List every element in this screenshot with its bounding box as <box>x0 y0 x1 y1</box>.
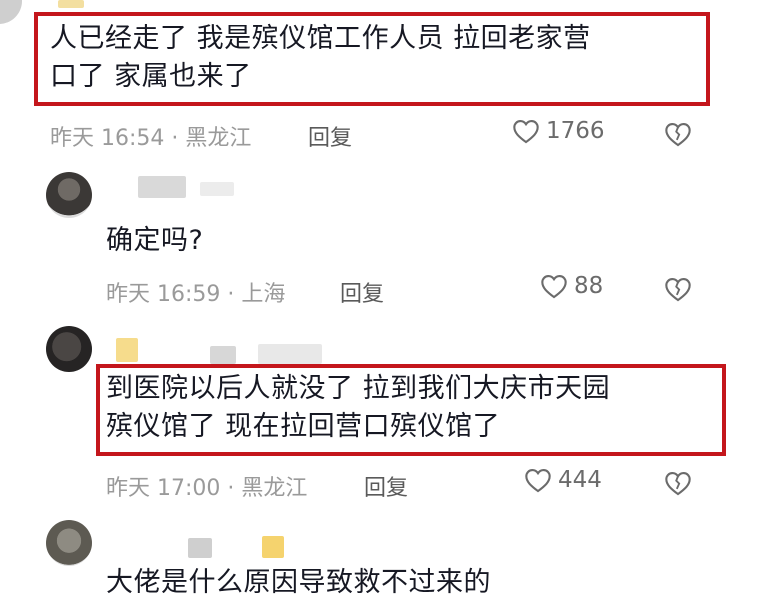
like-button[interactable]: 1766 <box>512 118 605 144</box>
avatar[interactable] <box>46 520 92 566</box>
comment-time-location: 昨天 16:54 · 黑龙江 <box>50 126 252 151</box>
username-blur <box>58 0 84 8</box>
comment-line: 确定吗? <box>106 225 204 256</box>
username-blur <box>138 176 186 198</box>
username-blur <box>258 344 322 364</box>
username-blur <box>210 346 236 364</box>
comment-line: 大佬是什么原因导致救不过来的 <box>106 567 491 598</box>
comment-list: 人已经走了 我是殡仪馆工作人员 拉回老家营 口了 家属也来了 昨天 16:54 … <box>0 0 778 605</box>
like-button[interactable]: 444 <box>524 467 602 493</box>
avatar[interactable] <box>46 172 92 218</box>
comment-time-location: 昨天 16:59 · 上海 <box>106 282 286 307</box>
username-blur <box>262 536 284 558</box>
heart-outline-icon <box>541 275 567 299</box>
reply-button[interactable]: 回复 <box>340 276 384 308</box>
avatar[interactable] <box>46 326 92 372</box>
like-button[interactable]: 88 <box>540 273 603 299</box>
comment-text[interactable]: 确定吗? <box>106 222 203 260</box>
comment-text[interactable]: 到医院以后人就没了 拉到我们大庆市天园 殡仪馆了 现在拉回营口殡仪馆了 <box>106 370 610 446</box>
broken-heart-icon[interactable] <box>664 469 692 497</box>
comment-text[interactable]: 人已经走了 我是殡仪馆工作人员 拉回老家营 口了 家属也来了 <box>50 20 591 96</box>
comment-time-location: 昨天 17:00 · 黑龙江 <box>106 476 308 501</box>
heart-outline-icon <box>525 469 551 493</box>
comment-line: 口了 家属也来了 <box>50 61 252 92</box>
heart-outline-icon <box>513 120 539 144</box>
comment-text[interactable]: 大佬是什么原因导致救不过来的 <box>106 564 491 602</box>
reply-button[interactable]: 回复 <box>364 470 408 502</box>
like-count: 444 <box>558 467 602 493</box>
reply-button[interactable]: 回复 <box>308 120 352 152</box>
like-count: 88 <box>574 273 604 299</box>
username-blur <box>188 538 212 558</box>
username-blur <box>200 182 234 196</box>
comment-line: 人已经走了 我是殡仪馆工作人员 拉回老家营 <box>50 23 591 54</box>
like-count: 1766 <box>546 118 605 144</box>
broken-heart-icon[interactable] <box>664 120 692 148</box>
comment-line: 殡仪馆了 现在拉回营口殡仪馆了 <box>106 411 501 442</box>
broken-heart-icon[interactable] <box>664 275 692 303</box>
username-blur <box>116 338 138 362</box>
avatar[interactable] <box>0 0 22 24</box>
comment-line: 到医院以后人就没了 拉到我们大庆市天园 <box>106 373 611 404</box>
